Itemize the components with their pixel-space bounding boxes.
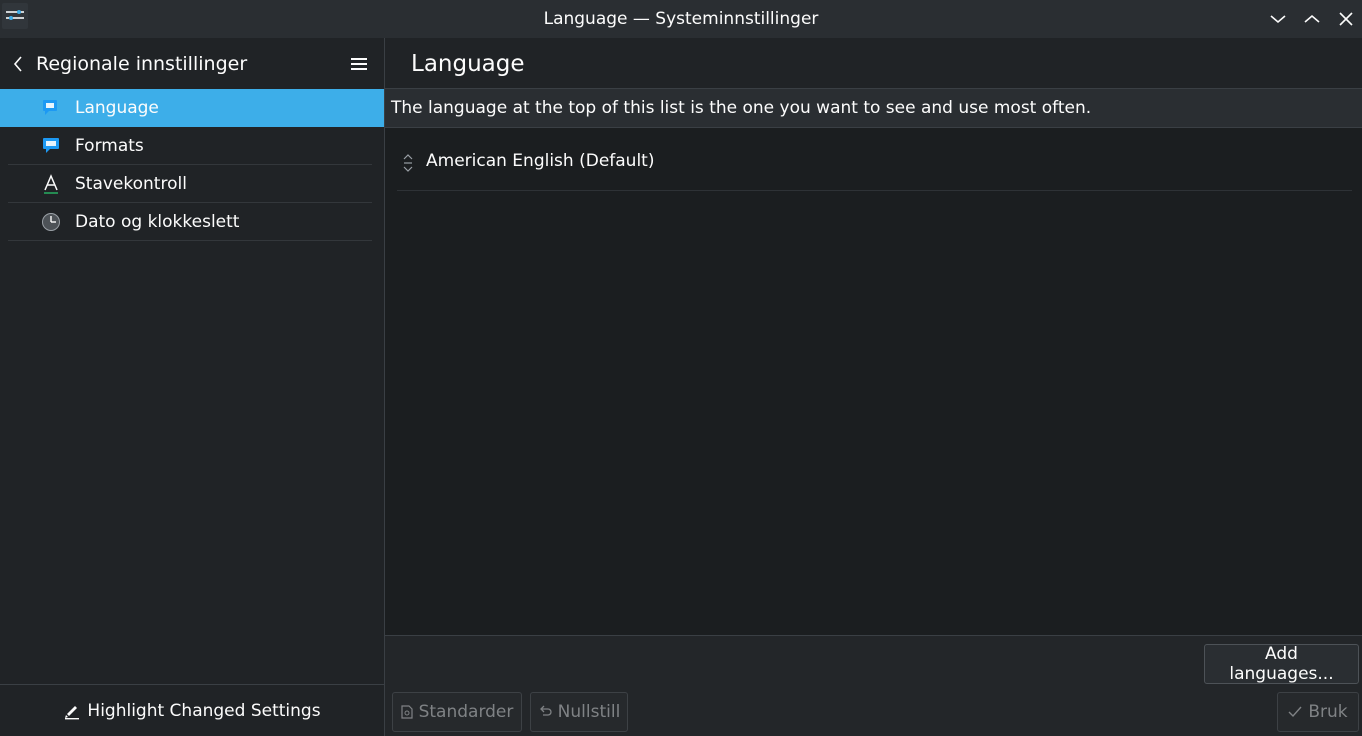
title-bar: Language — Systeminnstillinger — [0, 0, 1362, 38]
hamburger-menu-icon — [351, 58, 367, 70]
info-text: The language at the top of this list is … — [391, 98, 1092, 118]
highlight-changed-settings-button[interactable]: Highlight Changed Settings — [0, 685, 384, 736]
close-button[interactable] — [1336, 9, 1356, 29]
minimize-button[interactable] — [1268, 9, 1288, 29]
sidebar-item-language[interactable]: Language — [0, 89, 384, 127]
bottom-button-area: Add languages... Standarder Nullstill Br… — [385, 635, 1362, 736]
highlighter-icon — [65, 705, 80, 719]
spellcheck-icon — [41, 174, 61, 194]
back-button[interactable] — [8, 52, 28, 76]
window-title: Language — Systeminnstillinger — [543, 9, 819, 29]
chevron-left-icon — [13, 56, 22, 72]
close-icon — [1339, 12, 1353, 26]
sidebar-header: Regionale innstillinger — [0, 38, 384, 89]
undo-icon — [539, 705, 552, 716]
sidebar-title: Regionale innstillinger — [36, 53, 248, 75]
chevron-up-icon — [1304, 14, 1320, 23]
sidebar-nav-list: Language Formats Stavekontroll Dato og k… — [0, 89, 384, 241]
maximize-button[interactable] — [1302, 9, 1322, 29]
language-flag-icon — [41, 98, 61, 118]
highlight-changed-settings-label: Highlight Changed Settings — [87, 700, 321, 721]
reset-label: Nullstill — [557, 702, 621, 722]
document-defaults-icon — [400, 705, 413, 719]
main-content: Language The language at the top of this… — [385, 38, 1362, 736]
chevron-down-icon — [1270, 15, 1286, 24]
apply-button[interactable]: Bruk — [1277, 692, 1359, 732]
drag-handle-icon[interactable] — [401, 154, 415, 172]
sidebar-item-label: Stavekontroll — [75, 174, 187, 194]
sidebar-item-date-time[interactable]: Dato og klokkeslett — [0, 203, 384, 241]
reset-button[interactable]: Nullstill — [530, 692, 628, 732]
main-header: Language — [385, 38, 1362, 89]
checkmark-icon — [1288, 706, 1302, 718]
sidebar: Regionale innstillinger Language Formats… — [0, 38, 384, 736]
sidebar-footer: Highlight Changed Settings — [0, 684, 384, 736]
defaults-label: Standarder — [418, 702, 514, 722]
defaults-button[interactable]: Standarder — [392, 692, 522, 732]
sidebar-item-label: Language — [75, 98, 159, 118]
clock-icon — [41, 212, 61, 232]
language-list-item[interactable]: American English (Default) — [397, 140, 1352, 191]
sidebar-item-spellcheck[interactable]: Stavekontroll — [0, 165, 384, 203]
formats-flag-icon — [41, 136, 61, 156]
language-label: American English (Default) — [426, 151, 655, 171]
add-languages-button[interactable]: Add languages... — [1204, 644, 1359, 684]
page-title: Language — [411, 51, 525, 77]
apply-label: Bruk — [1308, 702, 1348, 722]
sidebar-item-label: Formats — [75, 136, 144, 156]
hamburger-menu-button[interactable] — [348, 53, 370, 75]
sidebar-item-formats[interactable]: Formats — [0, 127, 384, 165]
info-bar: The language at the top of this list is … — [385, 89, 1362, 128]
sidebar-item-label: Dato og klokkeslett — [75, 212, 240, 232]
